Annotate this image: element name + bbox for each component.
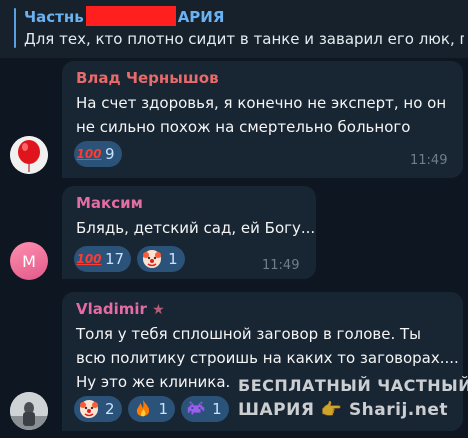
red-balloon-icon (10, 136, 48, 174)
watermark-line: БЕСПЛАТНЫЙ ЧАСТНЫЙ (238, 376, 468, 395)
space-invader-icon (185, 398, 207, 420)
message-bubble[interactable]: Влад Чернышов На счет здоровья, я конечн… (62, 61, 463, 178)
avatar-photo[interactable] (10, 392, 48, 430)
avatar-initial[interactable]: M (10, 242, 48, 280)
clown-face-icon (141, 248, 163, 270)
reaction-count: 1 (212, 400, 222, 418)
message-text-line: Ну это же клиника. (76, 373, 231, 391)
hundred-points-icon: 100 (76, 147, 102, 161)
reaction-chip[interactable]: 100 9 (74, 141, 122, 167)
message-text-line: Блядь, детский сад, ей Богу... (76, 219, 316, 237)
fire-icon (132, 398, 154, 420)
reaction-count: 1 (168, 250, 178, 268)
reaction-list: 100 9 (74, 141, 122, 167)
pinned-message-bar[interactable]: Частнь АРИЯ Для тех, кто плотно сидит в т… (0, 0, 468, 58)
pinned-title: Частнь АРИЯ (24, 6, 225, 26)
message-time: 11:49 (262, 258, 300, 273)
reaction-chip[interactable]: 2 (74, 396, 122, 422)
reaction-list: 2 1 1 (74, 396, 229, 422)
reaction-chip[interactable]: 1 (127, 396, 176, 422)
watermark-line: ШАРИЯ 👉 Sharij.net (238, 400, 449, 420)
message-author[interactable]: Влад Чернышов (76, 69, 219, 87)
pinned-accent-bar (14, 8, 16, 48)
clown-face-icon (78, 398, 100, 420)
reaction-count: 9 (105, 145, 115, 163)
hundred-points-icon: 100 (76, 252, 102, 266)
redaction-box (85, 6, 176, 26)
pinned-snippet: Для тех, кто плотно сидит в танке и зава… (24, 30, 464, 48)
star-badge-icon: ★ (152, 302, 165, 318)
reaction-chip[interactable]: 1 (137, 246, 185, 272)
message-text-line: не сильно похож на смертельно больного (76, 118, 411, 136)
reaction-count: 2 (105, 400, 115, 418)
reaction-chip[interactable]: 100 17 (74, 246, 132, 272)
message-author[interactable]: Максим (76, 194, 143, 212)
reaction-chip[interactable]: 1 (181, 396, 229, 422)
message-time: 11:49 (410, 153, 448, 168)
message-text-line: Толя у тебя сплошной заговор в голове. Т… (76, 325, 421, 343)
photo-avatar-icon (10, 392, 48, 430)
message-author[interactable]: Vladimir ★ (76, 300, 165, 318)
reaction-count: 17 (105, 250, 125, 268)
message-bubble[interactable]: Максим Блядь, детский сад, ей Богу... 10… (62, 186, 316, 279)
reaction-list: 100 17 1 (74, 246, 185, 272)
avatar-red-balloon[interactable] (10, 136, 48, 174)
avatar-initial-letter: M (22, 251, 36, 271)
message-text-line: всю политику строишь на каких то заговор… (76, 349, 459, 367)
reaction-count: 1 (158, 400, 169, 418)
message-text-line: На счет здоровья, я конечно не эксперт, … (76, 94, 447, 112)
